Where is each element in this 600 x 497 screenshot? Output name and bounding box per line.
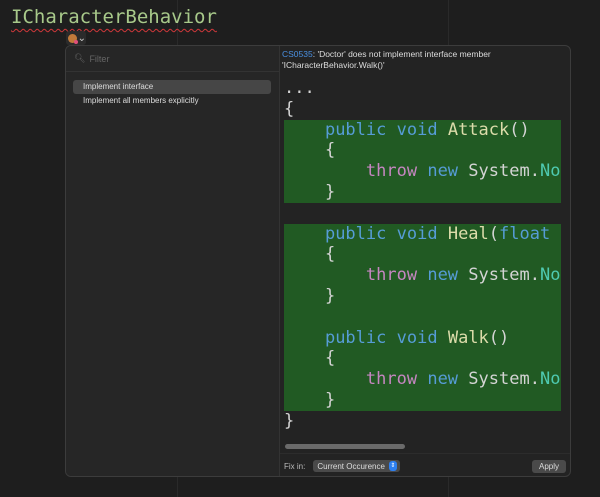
code-line: public void Attack() — [284, 119, 561, 141]
filter-placeholder: Filter — [89, 53, 110, 64]
quick-fix-popup: 🔍︎ Filter Implement interface Implement … — [65, 45, 571, 477]
search-icon: 🔍︎ — [74, 53, 86, 63]
code-line: } — [284, 285, 561, 307]
code-line: } — [284, 410, 295, 431]
code-line: throw new System.No — [284, 265, 561, 286]
code-line: } — [284, 389, 561, 411]
apply-button[interactable]: Apply — [531, 459, 566, 473]
code-line: throw new System.No — [284, 161, 561, 182]
fix-list-pane: 🔍︎ Filter Implement interface Implement … — [66, 46, 280, 476]
horizontal-scrollbar[interactable] — [285, 444, 405, 449]
code-line: ... — [284, 78, 315, 98]
code-line: { — [284, 348, 561, 370]
quick-fix-button[interactable]: ⌄ — [66, 31, 86, 45]
code-line: { — [284, 98, 295, 119]
code-line: } — [284, 181, 561, 203]
fix-item-implement-explicitly[interactable]: Implement all members explicitly — [73, 94, 271, 108]
fix-item-implement-interface[interactable]: Implement interface — [73, 80, 271, 94]
filter-input[interactable]: 🔍︎ Filter — [66, 46, 279, 72]
code-line: throw new System.No — [284, 369, 561, 390]
code-line: public void Walk() — [284, 327, 561, 349]
error-identifier[interactable]: ICharacterBehavior — [11, 6, 217, 28]
diagnostic-message: CS0535: 'Doctor' does not implement inte… — [282, 49, 491, 70]
code-line: { — [284, 244, 561, 266]
lightbulb-error-icon — [68, 33, 78, 44]
fix-in-label: Fix in: — [284, 461, 306, 471]
code-line: public void Heal(float I — [284, 223, 561, 245]
popup-footer: Fix in: Current Occurence ⇕ Apply — [280, 453, 570, 476]
chevron-down-icon: ⌄ — [77, 32, 86, 44]
diagnostic-code-link[interactable]: CS0535 — [282, 49, 313, 59]
code-preview: ... { public void Attack() { throw new S… — [284, 78, 561, 444]
code-line: { — [284, 140, 561, 162]
code-line — [284, 306, 561, 328]
updown-chevron-icon: ⇕ — [388, 461, 397, 471]
fix-in-select[interactable]: Current Occurence ⇕ — [313, 460, 400, 472]
